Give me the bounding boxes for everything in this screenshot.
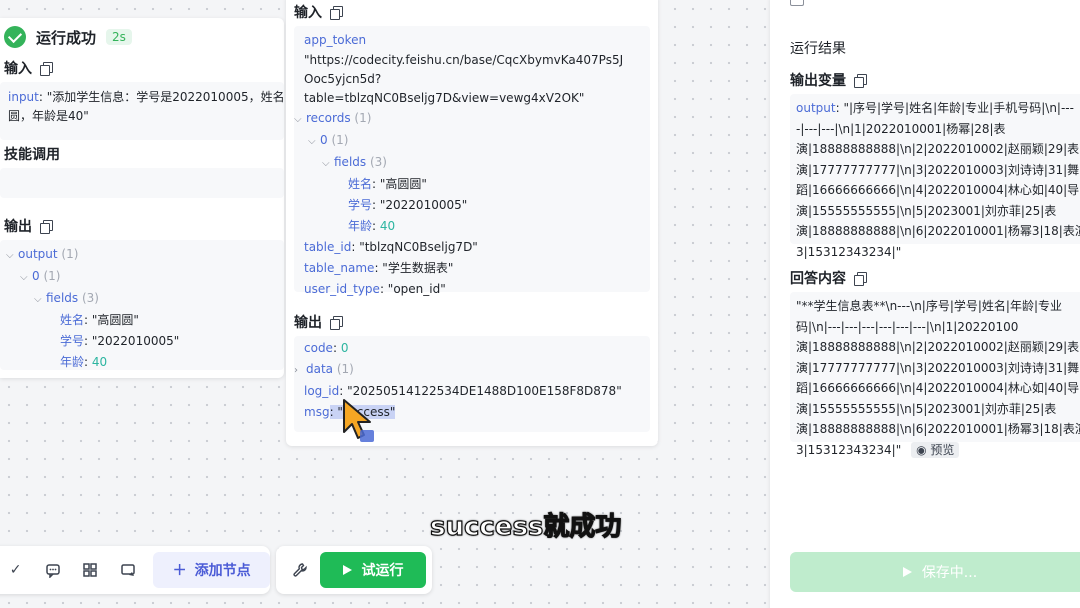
code-row: code: 0	[304, 341, 349, 355]
app-token-key: app_token	[304, 33, 367, 47]
run-result-title: 运行结果	[790, 41, 846, 57]
saving-button[interactable]: 保存中...	[790, 552, 1080, 592]
copy-icon[interactable]	[40, 62, 53, 76]
comment-icon[interactable]	[41, 558, 64, 582]
checkbox[interactable]	[790, 0, 804, 6]
minimap-icon[interactable]	[116, 558, 139, 582]
field-age: 年龄: 40	[60, 355, 108, 369]
tree-node-output[interactable]: ⌵ output (1)	[6, 244, 278, 266]
play-icon	[342, 565, 352, 575]
input-value-box: input: "添加学生信息：学号是2022010005，姓名 圆，年龄是40"	[0, 82, 284, 140]
chevron-down-icon[interactable]: ⌵	[308, 131, 320, 152]
copy-icon[interactable]	[330, 6, 343, 20]
mouse-cursor-icon	[343, 399, 374, 442]
field-name: 姓名: "高圆圆"	[60, 313, 139, 327]
tree-node-records[interactable]: ⌵ records (1)	[294, 108, 640, 130]
skill-call-box	[0, 168, 284, 198]
video-subtitle: success就成功	[429, 511, 622, 542]
output-variable-box: output: "|序号|学号|姓名|年龄|专业|手机号码|\n|--- -|-…	[790, 94, 1080, 259]
run-toolbar: 试运行	[276, 546, 432, 594]
input-section-title: 输入	[294, 2, 343, 22]
tree-node-data[interactable]: › data (1)	[294, 359, 640, 381]
preview-button[interactable]: ◉ 预览	[911, 441, 960, 458]
chevron-down-icon[interactable]: ⌵	[294, 109, 306, 130]
test-run-button[interactable]: 试运行	[320, 552, 426, 588]
field-age: 年龄: 40	[348, 219, 396, 233]
canvas-toolbar: ✓ ＋ 添加节点	[0, 546, 270, 594]
field-id: 学号: "2022010005"	[60, 334, 180, 348]
tree-node-item[interactable]: ⌵ 0 (1)	[6, 266, 278, 288]
skill-call-title: 技能调用	[4, 147, 60, 163]
field-id: 学号: "2022010005"	[348, 198, 468, 212]
copy-icon[interactable]	[854, 74, 867, 88]
output-tree: ⌵ output (1) ⌵ 0 (1) ⌵ fields (3) 姓名: "高圆圆"…	[0, 240, 284, 370]
chevron-down-icon[interactable]: ⌵	[6, 245, 18, 266]
wrench-icon[interactable]	[288, 558, 312, 582]
eye-icon: ◉	[916, 442, 927, 457]
grid-layout-icon[interactable]	[79, 558, 102, 582]
chevron-right-icon[interactable]: ›	[294, 360, 306, 381]
input-json-tree: app_token "https://codecity.feishu.cn/ba…	[294, 26, 650, 296]
run-duration-badge: 2s	[106, 29, 132, 45]
field-name: 姓名: "高圆圆"	[348, 177, 427, 191]
chevron-down-icon[interactable]: ⌵	[322, 153, 334, 174]
output-section-title: 输出	[4, 216, 53, 236]
plus-icon: ＋	[172, 563, 187, 579]
table-name-row: table_name: "学生数据表"	[304, 261, 454, 275]
output-variable-title: 输出变量	[790, 70, 867, 90]
chevron-down-icon[interactable]: ⌵	[20, 267, 32, 288]
answer-content-box: "**学生信息表**\n---\n|序号|学号|姓名|年龄|专业 码|\n|--…	[790, 292, 1080, 458]
run-result-side-panel: 运行结果 输出变量 output: "|序号|学号|姓名|年龄|专业|手机号码|…	[770, 0, 1080, 608]
tree-node-fields[interactable]: ⌵ fields (3)	[6, 288, 278, 310]
input-section-title: 输入	[4, 58, 53, 78]
check-icon[interactable]: ✓	[4, 558, 27, 582]
add-node-button[interactable]: ＋ 添加节点	[153, 552, 270, 588]
table-id-row: table_id: "tblzqNC0Bseljg7D"	[304, 240, 478, 254]
tree-node-fields[interactable]: ⌵ fields (3)	[304, 152, 640, 174]
run-status-text: 运行成功	[36, 28, 97, 47]
answer-content-title: 回答内容	[790, 268, 867, 288]
copy-icon[interactable]	[330, 316, 343, 330]
copy-icon[interactable]	[854, 272, 867, 286]
node-run-result-panel: 运行成功 2s 输入 input: "添加学生信息：学号是2022010005，…	[0, 18, 284, 378]
run-status-row: 运行成功 2s	[4, 26, 132, 48]
chevron-down-icon[interactable]: ⌵	[34, 289, 46, 310]
tree-node-item[interactable]: ⌵ 0 (1)	[304, 130, 640, 152]
user-id-type-row: user_id_type: "open_id"	[304, 282, 446, 296]
copy-icon[interactable]	[40, 220, 53, 234]
success-check-icon	[4, 26, 26, 48]
plugin-run-detail-panel: 输入 app_token "https://codecity.feishu.cn…	[286, 0, 658, 446]
play-icon	[902, 567, 912, 577]
output-section-title: 输出	[294, 312, 343, 332]
